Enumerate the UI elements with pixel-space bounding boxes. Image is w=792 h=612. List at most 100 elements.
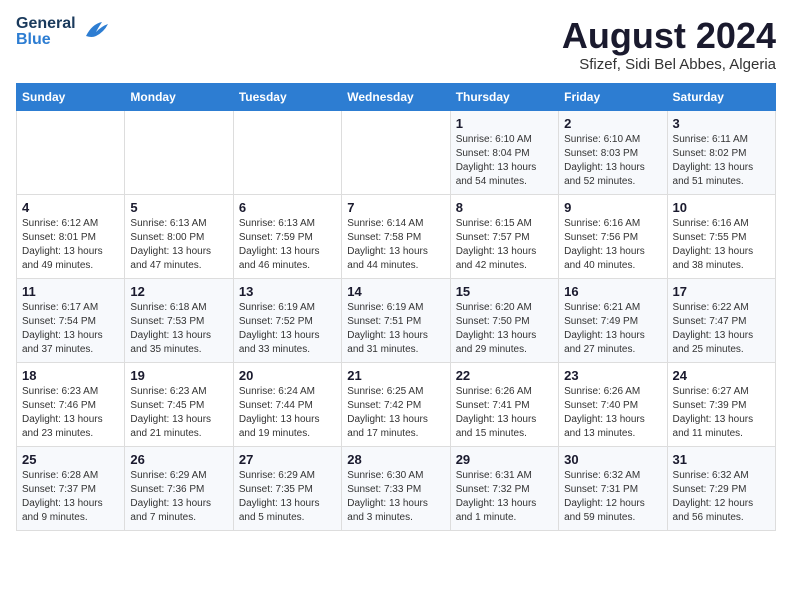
logo-line2: Blue xyxy=(16,32,76,48)
calendar-cell xyxy=(342,110,450,194)
col-header-saturday: Saturday xyxy=(667,83,775,110)
calendar-cell: 28 Sunrise: 6:30 AMSunset: 7:33 PMDayligh… xyxy=(342,446,450,530)
title-area: August 2024 Sfizef, Sidi Bel Abbes, Alge… xyxy=(562,16,776,73)
col-header-sunday: Sunday xyxy=(17,83,125,110)
day-number: 7 xyxy=(347,200,444,215)
day-number: 6 xyxy=(239,200,336,215)
day-info: Sunrise: 6:12 AMSunset: 8:01 PMDaylight:… xyxy=(22,217,119,273)
calendar-cell: 17 Sunrise: 6:22 AMSunset: 7:47 PMDayligh… xyxy=(667,278,775,362)
header: General Blue August 2024 Sfizef, Sidi Be… xyxy=(16,16,776,73)
day-number: 16 xyxy=(564,284,661,299)
calendar-cell xyxy=(125,110,233,194)
calendar-cell: 16 Sunrise: 6:21 AMSunset: 7:49 PMDayligh… xyxy=(559,278,667,362)
day-number: 27 xyxy=(239,452,336,467)
col-header-monday: Monday xyxy=(125,83,233,110)
calendar-cell: 24 Sunrise: 6:27 AMSunset: 7:39 PMDayligh… xyxy=(667,362,775,446)
calendar-cell: 12Sunrise: 6:18 AMSunset: 7:53 PMDayligh… xyxy=(125,278,233,362)
day-info: Sunrise: 6:22 AMSunset: 7:47 PMDaylight:… xyxy=(673,301,770,357)
day-number: 18 xyxy=(22,368,119,383)
day-number: 22 xyxy=(456,368,553,383)
calendar-cell: 6Sunrise: 6:13 AMSunset: 7:59 PMDaylight… xyxy=(233,194,341,278)
day-number: 19 xyxy=(130,368,227,383)
calendar-cell: 8 Sunrise: 6:15 AMSunset: 7:57 PMDaylight… xyxy=(450,194,558,278)
day-number: 2 xyxy=(564,116,661,131)
calendar-cell: 30Sunrise: 6:32 AMSunset: 7:31 PMDayligh… xyxy=(559,446,667,530)
calendar-cell: 5 Sunrise: 6:13 AMSunset: 8:00 PMDaylight… xyxy=(125,194,233,278)
day-info: Sunrise: 6:30 AMSunset: 7:33 PMDaylight:… xyxy=(347,469,444,525)
calendar-cell: 2 Sunrise: 6:10 AMSunset: 8:03 PMDaylight… xyxy=(559,110,667,194)
day-info: Sunrise: 6:31 AMSunset: 7:32 PMDaylight:… xyxy=(456,469,553,525)
day-info: Sunrise: 6:18 AMSunset: 7:53 PMDaylight:… xyxy=(130,301,227,357)
day-number: 28 xyxy=(347,452,444,467)
col-header-thursday: Thursday xyxy=(450,83,558,110)
calendar-cell: 19 Sunrise: 6:23 AMSunset: 7:45 PMDayligh… xyxy=(125,362,233,446)
calendar-cell: 22 Sunrise: 6:26 AMSunset: 7:41 PMDayligh… xyxy=(450,362,558,446)
col-header-wednesday: Wednesday xyxy=(342,83,450,110)
day-number: 21 xyxy=(347,368,444,383)
day-number: 31 xyxy=(673,452,770,467)
col-header-tuesday: Tuesday xyxy=(233,83,341,110)
day-number: 4 xyxy=(22,200,119,215)
day-info: Sunrise: 6:11 AMSunset: 8:02 PMDaylight:… xyxy=(673,133,770,189)
day-info: Sunrise: 6:28 AMSunset: 7:37 PMDaylight:… xyxy=(22,469,119,525)
day-info: Sunrise: 6:32 AMSunset: 7:29 PMDaylight:… xyxy=(673,469,770,525)
calendar-cell: 1Sunrise: 6:10 AMSunset: 8:04 PMDaylight… xyxy=(450,110,558,194)
day-info: Sunrise: 6:15 AMSunset: 7:57 PMDaylight:… xyxy=(456,217,553,273)
calendar-cell: 15 Sunrise: 6:20 AMSunset: 7:50 PMDayligh… xyxy=(450,278,558,362)
calendar-week-5: 25 Sunrise: 6:28 AMSunset: 7:37 PMDayligh… xyxy=(17,446,776,530)
day-number: 30 xyxy=(564,452,661,467)
calendar-cell: 25 Sunrise: 6:28 AMSunset: 7:37 PMDayligh… xyxy=(17,446,125,530)
day-number: 26 xyxy=(130,452,227,467)
calendar-cell: 9Sunrise: 6:16 AMSunset: 7:56 PMDaylight… xyxy=(559,194,667,278)
calendar-header-row: SundayMondayTuesdayWednesdayThursdayFrid… xyxy=(17,83,776,110)
day-info: Sunrise: 6:16 AMSunset: 7:56 PMDaylight:… xyxy=(564,217,661,273)
day-info: Sunrise: 6:16 AMSunset: 7:55 PMDaylight:… xyxy=(673,217,770,273)
day-number: 15 xyxy=(456,284,553,299)
month-year-title: August 2024 xyxy=(562,16,776,56)
day-number: 14 xyxy=(347,284,444,299)
calendar-week-3: 11 Sunrise: 6:17 AMSunset: 7:54 PMDayligh… xyxy=(17,278,776,362)
day-info: Sunrise: 6:19 AMSunset: 7:51 PMDaylight:… xyxy=(347,301,444,357)
calendar-cell: 4 Sunrise: 6:12 AMSunset: 8:01 PMDaylight… xyxy=(17,194,125,278)
day-number: 11 xyxy=(22,284,119,299)
day-info: Sunrise: 6:21 AMSunset: 7:49 PMDaylight:… xyxy=(564,301,661,357)
day-number: 20 xyxy=(239,368,336,383)
calendar-table: SundayMondayTuesdayWednesdayThursdayFrid… xyxy=(16,83,776,531)
calendar-cell: 21Sunrise: 6:25 AMSunset: 7:42 PMDayligh… xyxy=(342,362,450,446)
logo-bird-icon xyxy=(82,18,110,46)
day-number: 17 xyxy=(673,284,770,299)
day-number: 24 xyxy=(673,368,770,383)
calendar-cell: 14 Sunrise: 6:19 AMSunset: 7:51 PMDayligh… xyxy=(342,278,450,362)
day-info: Sunrise: 6:26 AMSunset: 7:40 PMDaylight:… xyxy=(564,385,661,441)
day-info: Sunrise: 6:20 AMSunset: 7:50 PMDaylight:… xyxy=(456,301,553,357)
calendar-cell xyxy=(233,110,341,194)
day-info: Sunrise: 6:10 AMSunset: 8:03 PMDaylight:… xyxy=(564,133,661,189)
calendar-week-1: 1Sunrise: 6:10 AMSunset: 8:04 PMDaylight… xyxy=(17,110,776,194)
day-number: 1 xyxy=(456,116,553,131)
calendar-cell: 3 Sunrise: 6:11 AMSunset: 8:02 PMDaylight… xyxy=(667,110,775,194)
calendar-cell xyxy=(17,110,125,194)
calendar-cell: 23Sunrise: 6:26 AMSunset: 7:40 PMDayligh… xyxy=(559,362,667,446)
calendar-cell: 26Sunrise: 6:29 AMSunset: 7:36 PMDayligh… xyxy=(125,446,233,530)
day-number: 5 xyxy=(130,200,227,215)
day-number: 10 xyxy=(673,200,770,215)
calendar-cell: 18Sunrise: 6:23 AMSunset: 7:46 PMDayligh… xyxy=(17,362,125,446)
calendar-cell: 11 Sunrise: 6:17 AMSunset: 7:54 PMDayligh… xyxy=(17,278,125,362)
calendar-cell: 10 Sunrise: 6:16 AMSunset: 7:55 PMDayligh… xyxy=(667,194,775,278)
day-info: Sunrise: 6:19 AMSunset: 7:52 PMDaylight:… xyxy=(239,301,336,357)
day-info: Sunrise: 6:23 AMSunset: 7:45 PMDaylight:… xyxy=(130,385,227,441)
day-info: Sunrise: 6:14 AMSunset: 7:58 PMDaylight:… xyxy=(347,217,444,273)
calendar-week-2: 4 Sunrise: 6:12 AMSunset: 8:01 PMDaylight… xyxy=(17,194,776,278)
logo: General Blue xyxy=(16,16,110,48)
day-info: Sunrise: 6:27 AMSunset: 7:39 PMDaylight:… xyxy=(673,385,770,441)
location-subtitle: Sfizef, Sidi Bel Abbes, Algeria xyxy=(562,56,776,73)
calendar-cell: 29Sunrise: 6:31 AMSunset: 7:32 PMDayligh… xyxy=(450,446,558,530)
calendar-week-4: 18Sunrise: 6:23 AMSunset: 7:46 PMDayligh… xyxy=(17,362,776,446)
day-number: 8 xyxy=(456,200,553,215)
day-info: Sunrise: 6:26 AMSunset: 7:41 PMDaylight:… xyxy=(456,385,553,441)
day-number: 3 xyxy=(673,116,770,131)
day-info: Sunrise: 6:13 AMSunset: 8:00 PMDaylight:… xyxy=(130,217,227,273)
day-info: Sunrise: 6:17 AMSunset: 7:54 PMDaylight:… xyxy=(22,301,119,357)
calendar-cell: 20Sunrise: 6:24 AMSunset: 7:44 PMDayligh… xyxy=(233,362,341,446)
day-number: 25 xyxy=(22,452,119,467)
